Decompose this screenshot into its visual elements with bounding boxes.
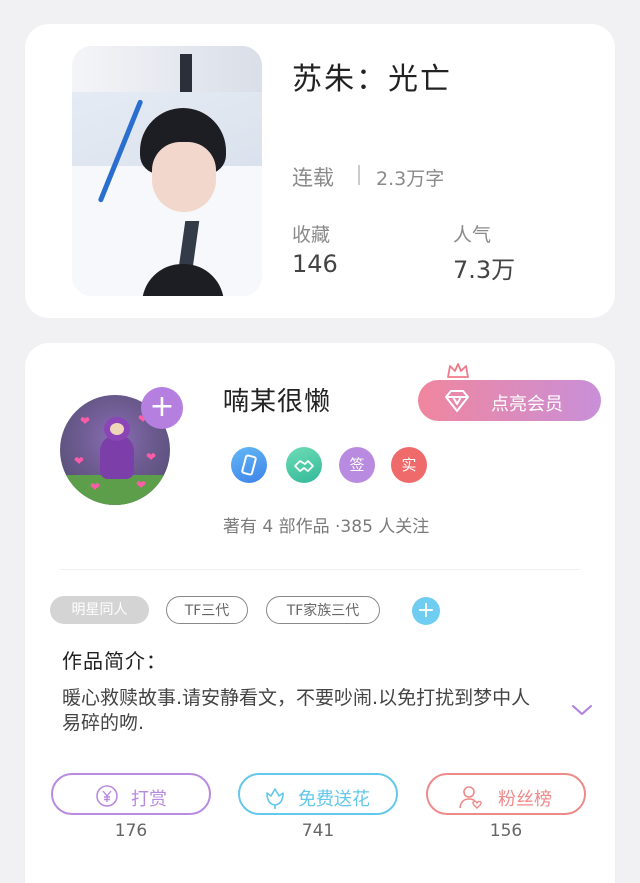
intro-text: 暖心救赎故事.请安静看文，不要吵闹.以免打扰到梦中人易碎的吻. — [62, 687, 531, 734]
popularity-value: 7.3万 — [453, 256, 516, 284]
flower-count: 741 — [301, 821, 335, 841]
author-name[interactable]: 喃某很懒 — [223, 381, 331, 418]
author-card: ❤ ❤ ❤ ❤ ❤ ❤ + 喃某很懒 点亮会员 签 实 著有 4 部作品 ·38… — [25, 343, 615, 883]
intro-heading: 作品简介： — [62, 649, 167, 673]
signed-author-badge[interactable]: 签 — [339, 447, 375, 483]
send-flower-button[interactable]: 免费送花 — [238, 773, 398, 815]
diamond-icon — [445, 390, 469, 412]
fan-ranking-button[interactable]: 粉丝榜 — [426, 773, 586, 815]
phone-verified-badge[interactable] — [231, 447, 267, 483]
vip-membership-button[interactable]: 点亮会员 — [418, 380, 601, 421]
yen-icon — [96, 785, 118, 807]
book-title: 苏朱：光亡 — [292, 62, 452, 97]
fan-ranking-label: 粉丝榜 — [498, 789, 552, 810]
favorites-value: 146 — [292, 250, 338, 278]
favorites-label: 收藏 — [292, 224, 331, 246]
chevron-down-icon[interactable] — [570, 703, 594, 717]
tip-count: 176 — [114, 821, 148, 841]
flower-icon — [266, 788, 284, 809]
handshake-icon — [294, 460, 314, 472]
vip-button-label: 点亮会员 — [491, 394, 563, 415]
send-flower-label: 免费送花 — [298, 789, 370, 810]
tag-tf-third-gen[interactable]: TF三代 — [166, 596, 248, 624]
follow-author-button[interactable]: + — [141, 387, 183, 429]
partner-badge[interactable] — [286, 447, 322, 483]
book-info-card: 苏朱：光亡 连载 2.3万字 收藏 146 人气 7.3万 — [25, 24, 615, 318]
tag-tf-family-third-gen[interactable]: TF家族三代 — [266, 596, 380, 624]
fan-count: 156 — [489, 821, 523, 841]
section-divider — [60, 569, 580, 570]
tip-label: 打赏 — [131, 789, 167, 810]
author-stats: 著有 4 部作品 ·385 人关注 — [223, 517, 430, 537]
serial-status: 连载 — [292, 166, 334, 190]
crown-icon — [447, 363, 469, 378]
status-divider — [358, 165, 360, 185]
word-count: 2.3万字 — [376, 168, 445, 190]
book-cover-image[interactable] — [72, 46, 262, 296]
add-tag-button[interactable]: + — [412, 597, 440, 625]
phone-icon — [241, 454, 257, 476]
tip-button[interactable]: 打赏 — [51, 773, 211, 815]
popularity-label: 人气 — [453, 224, 492, 246]
tag-celebrity-fanfic[interactable]: 明星同人 — [50, 596, 149, 624]
fan-user-icon — [459, 786, 482, 809]
real-name-badge[interactable]: 实 — [391, 447, 427, 483]
